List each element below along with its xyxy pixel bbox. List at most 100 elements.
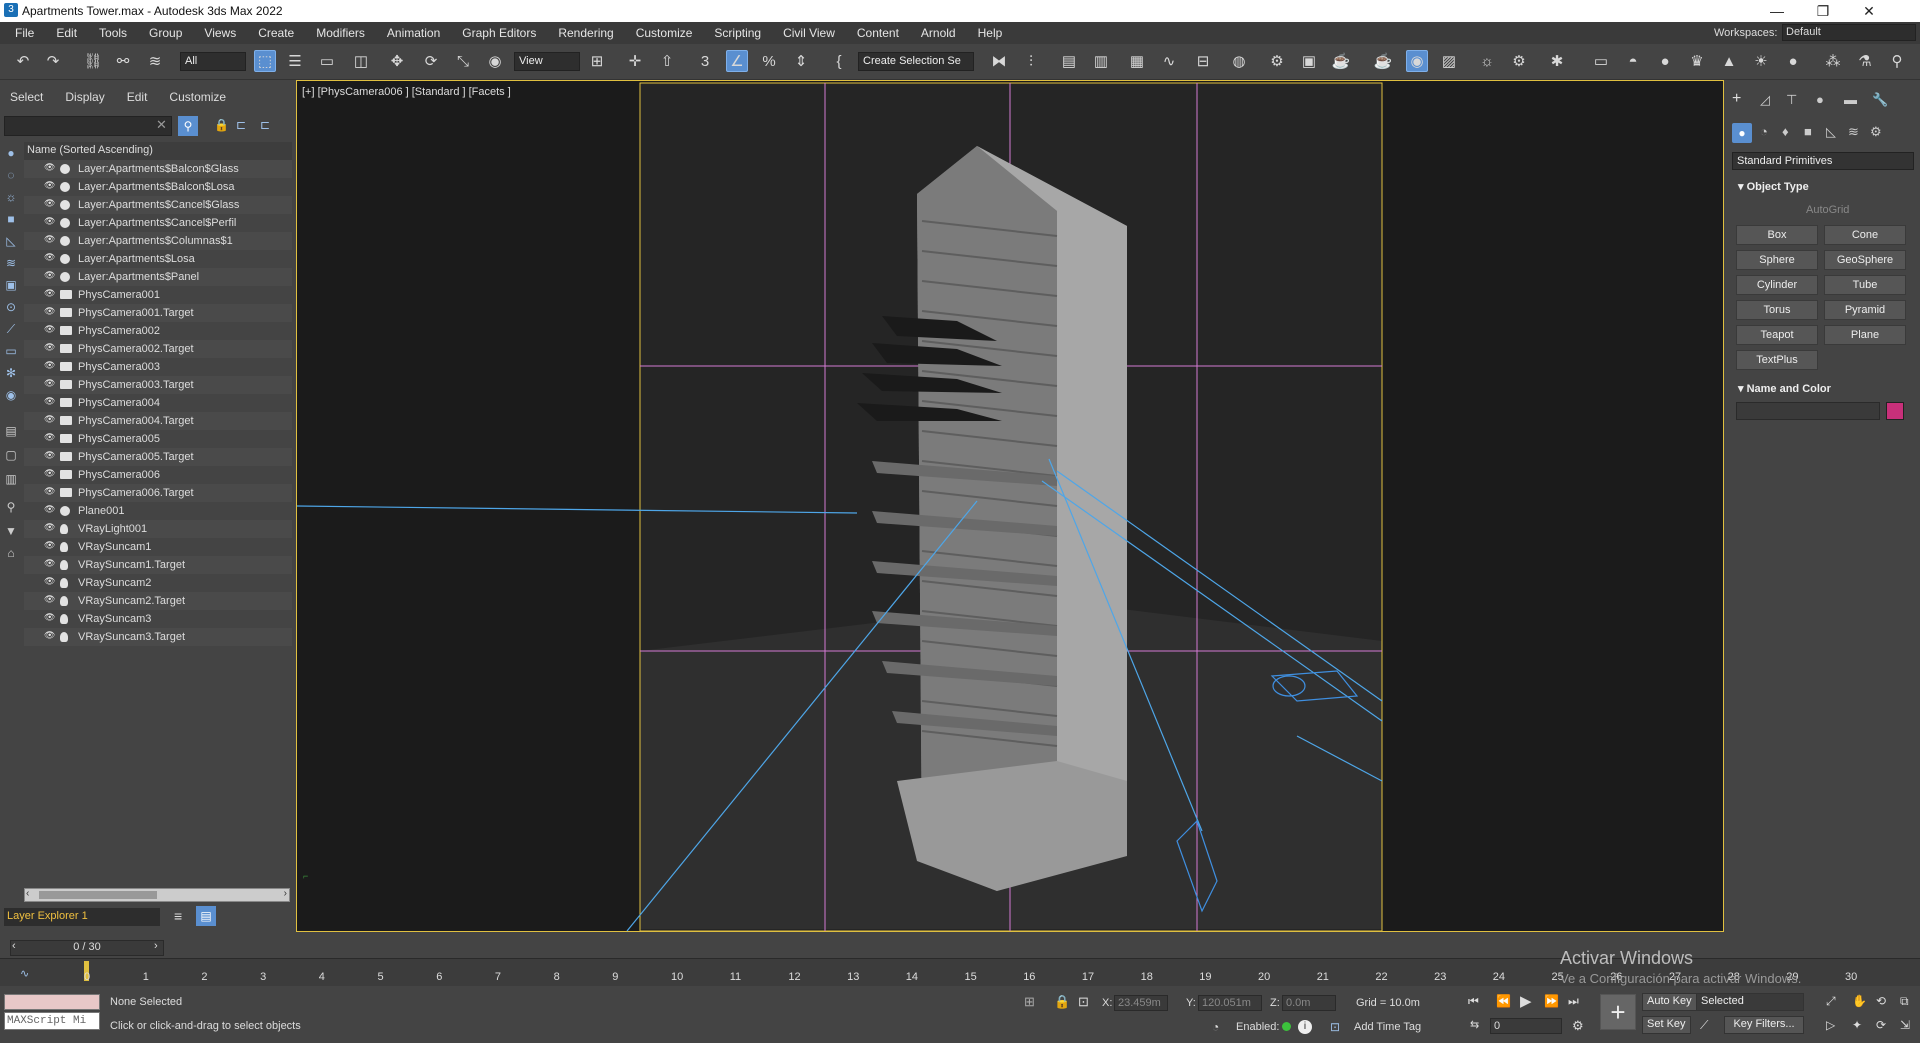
scene-object-row[interactable]: 👁 PhysCamera005 — [24, 430, 292, 448]
visibility-eye-icon[interactable]: 👁 — [44, 270, 55, 281]
add-time-tag-button[interactable]: Add Time Tag — [1354, 1021, 1421, 1033]
named-selection-dropdown[interactable]: Create Selection Se — [858, 52, 974, 71]
scene-object-row[interactable]: 👁 Layer:Apartments$Losa — [24, 250, 292, 268]
menu-item[interactable]: File — [4, 22, 45, 44]
create-tab-icon[interactable]: + — [1732, 90, 1741, 108]
visibility-eye-icon[interactable]: 👁 — [44, 198, 55, 209]
reference-coordinate-dropdown[interactable]: View — [514, 52, 580, 71]
vray-dome-light-icon[interactable]: ◓ — [1622, 50, 1644, 72]
create-pyramid-button[interactable]: Pyramid — [1824, 300, 1906, 320]
mirror-icon[interactable]: ⧓ — [988, 50, 1010, 72]
scene-object-row[interactable]: 👁 Layer:Apartments$Balcon$Losa — [24, 178, 292, 196]
visibility-eye-icon[interactable]: 👁 — [44, 450, 55, 461]
create-cylinder-button[interactable]: Cylinder — [1736, 275, 1818, 295]
scene-object-row[interactable]: 👁 PhysCamera005.Target — [24, 448, 292, 466]
perspective-viewport[interactable]: ⌐ — [296, 80, 1724, 932]
visibility-eye-icon[interactable]: 👁 — [44, 360, 55, 371]
menu-item[interactable]: Edit — [45, 22, 88, 44]
undo-icon[interactable]: ↶ — [12, 50, 34, 72]
menu-item[interactable]: Tools — [88, 22, 138, 44]
visibility-eye-icon[interactable]: 👁 — [44, 414, 55, 425]
link-icon[interactable]: ⛓ — [82, 50, 104, 72]
scene-search-input[interactable] — [4, 116, 172, 136]
containers-filter-icon[interactable]: ▭ — [3, 344, 19, 360]
selection-filter-dropdown[interactable]: All — [180, 52, 246, 71]
visibility-eye-icon[interactable]: 👁 — [44, 396, 55, 407]
go-to-end-icon[interactable]: ⏭ — [1568, 994, 1579, 1009]
zoom-extents-icon[interactable]: ⤢ — [1826, 994, 1836, 1009]
column-header[interactable]: Name (Sorted Ascending) — [24, 142, 292, 160]
name-and-color-rollout[interactable]: ▾ Name and Color — [1738, 382, 1831, 395]
material-editor-icon[interactable]: ◍ — [1228, 50, 1250, 72]
scene-object-row[interactable]: 👁 VRaySuncam3.Target — [24, 628, 292, 646]
z-coordinate-field[interactable]: 0.0m — [1282, 995, 1336, 1011]
placement-icon[interactable]: ◉ — [484, 50, 506, 72]
vray-light-plane-icon[interactable]: ▭ — [1590, 50, 1612, 72]
menu-item[interactable]: Group — [138, 22, 193, 44]
set-key-icon[interactable]: + — [1600, 994, 1636, 1030]
dolly-icon[interactable]: ⇲ — [1900, 1018, 1910, 1032]
filter-toggle-icon[interactable]: ▼ — [3, 524, 19, 540]
menu-item[interactable]: Rendering — [547, 22, 624, 44]
vray-mesh-light-icon[interactable]: ♛ — [1686, 50, 1708, 72]
groups-filter-icon[interactable]: ▣ — [3, 278, 19, 294]
clear-search-icon[interactable]: ✕ — [156, 117, 167, 133]
scene-object-row[interactable]: 👁 Layer:Apartments$Cancel$Perfil — [24, 214, 292, 232]
isolate-selection-icon[interactable]: ⊞ — [1024, 994, 1035, 1010]
toggle-layer-explorer-icon[interactable]: ▥ — [1090, 50, 1112, 72]
motion-tab-icon[interactable]: ● — [1816, 92, 1824, 107]
helpers-filter-icon[interactable]: ◺ — [3, 234, 19, 250]
key-selection-dropdown[interactable]: Selected — [1696, 993, 1804, 1011]
shapes-category-icon[interactable]: ◔ — [1760, 124, 1768, 139]
visibility-eye-icon[interactable]: 👁 — [44, 252, 55, 263]
unlink-icon[interactable]: ⚯ — [112, 50, 134, 72]
visibility-eye-icon[interactable]: 👁 — [44, 234, 55, 245]
filter-icon[interactable]: ⚲ — [178, 116, 198, 136]
absolute-mode-icon[interactable]: ⊡ — [1078, 994, 1089, 1010]
visibility-eye-icon[interactable]: 👁 — [44, 432, 55, 443]
field-of-view-icon[interactable]: ▷ — [1826, 1018, 1835, 1032]
scene-object-row[interactable]: 👁 VRaySuncam2.Target — [24, 592, 292, 610]
lights-category-icon[interactable]: ♦ — [1782, 124, 1789, 139]
close-button[interactable]: ✕ — [1846, 0, 1892, 22]
explorer-tab[interactable]: Edit — [127, 90, 148, 104]
toggle-ribbon-icon[interactable]: ▦ — [1126, 50, 1148, 72]
cameras-filter-icon[interactable]: ■ — [3, 212, 19, 228]
vray-frame-buffer-icon[interactable]: ▨ — [1438, 50, 1460, 72]
percent-snap-icon[interactable]: % — [758, 50, 780, 72]
go-to-start-icon[interactable]: ⏮ — [1468, 994, 1479, 1009]
space-warps-category-icon[interactable]: ≋ — [1848, 124, 1859, 140]
scene-object-row[interactable]: 👁 PhysCamera002 — [24, 322, 292, 340]
visibility-eye-icon[interactable]: 👁 — [44, 540, 55, 551]
viewport-label[interactable]: [+] [PhysCamera006 ] [Standard ] [Facets… — [302, 86, 511, 98]
lock-icon[interactable]: 🔒 — [214, 118, 229, 132]
bind-space-warp-icon[interactable]: ≋ — [144, 50, 166, 72]
auto-key-button[interactable]: Auto Key — [1642, 993, 1697, 1011]
vray-decal-icon[interactable]: ⚲ — [1886, 50, 1908, 72]
time-configuration-icon[interactable]: ⚙ — [1572, 1018, 1584, 1034]
menu-item[interactable]: Animation — [376, 22, 451, 44]
maxscript-mini-listener[interactable]: MAXScript Mi — [4, 1012, 100, 1030]
menu-item[interactable]: Customize — [625, 22, 704, 44]
visibility-eye-icon[interactable]: 👁 — [44, 468, 55, 479]
scene-object-row[interactable]: 👁 VRaySuncam1 — [24, 538, 292, 556]
create-teapot-button[interactable]: Teapot — [1736, 325, 1818, 345]
scene-object-row[interactable]: 👁 Layer:Apartments$Balcon$Glass — [24, 160, 292, 178]
scale-icon[interactable]: ⤡ — [452, 50, 474, 72]
space-warps-filter-icon[interactable]: ≋ — [3, 256, 19, 272]
cameras-category-icon[interactable]: ■ — [1804, 124, 1812, 139]
frozen-filter-icon[interactable]: ✻ — [3, 366, 19, 382]
info-icon[interactable]: i — [1298, 1020, 1312, 1034]
explorer-horizontal-scrollbar[interactable]: ‹ › — [24, 888, 290, 902]
scene-object-row[interactable]: 👁 PhysCamera002.Target — [24, 340, 292, 358]
vray-proxy-icon[interactable]: ⚗ — [1854, 50, 1876, 72]
scene-object-row[interactable]: 👁 PhysCamera001.Target — [24, 304, 292, 322]
visibility-eye-icon[interactable]: 👁 — [44, 378, 55, 389]
xrefs-filter-icon[interactable]: ⊙ — [3, 300, 19, 316]
menu-item[interactable]: Content — [846, 22, 910, 44]
utilities-tab-icon[interactable]: 🔧 — [1872, 92, 1888, 108]
select-manipulate-icon[interactable]: ✛ — [624, 50, 646, 72]
object-type-rollout[interactable]: ▾ Object Type — [1738, 180, 1809, 193]
scene-object-row[interactable]: 👁 VRaySuncam1.Target — [24, 556, 292, 574]
display-tab-icon[interactable]: ▬ — [1844, 92, 1857, 107]
